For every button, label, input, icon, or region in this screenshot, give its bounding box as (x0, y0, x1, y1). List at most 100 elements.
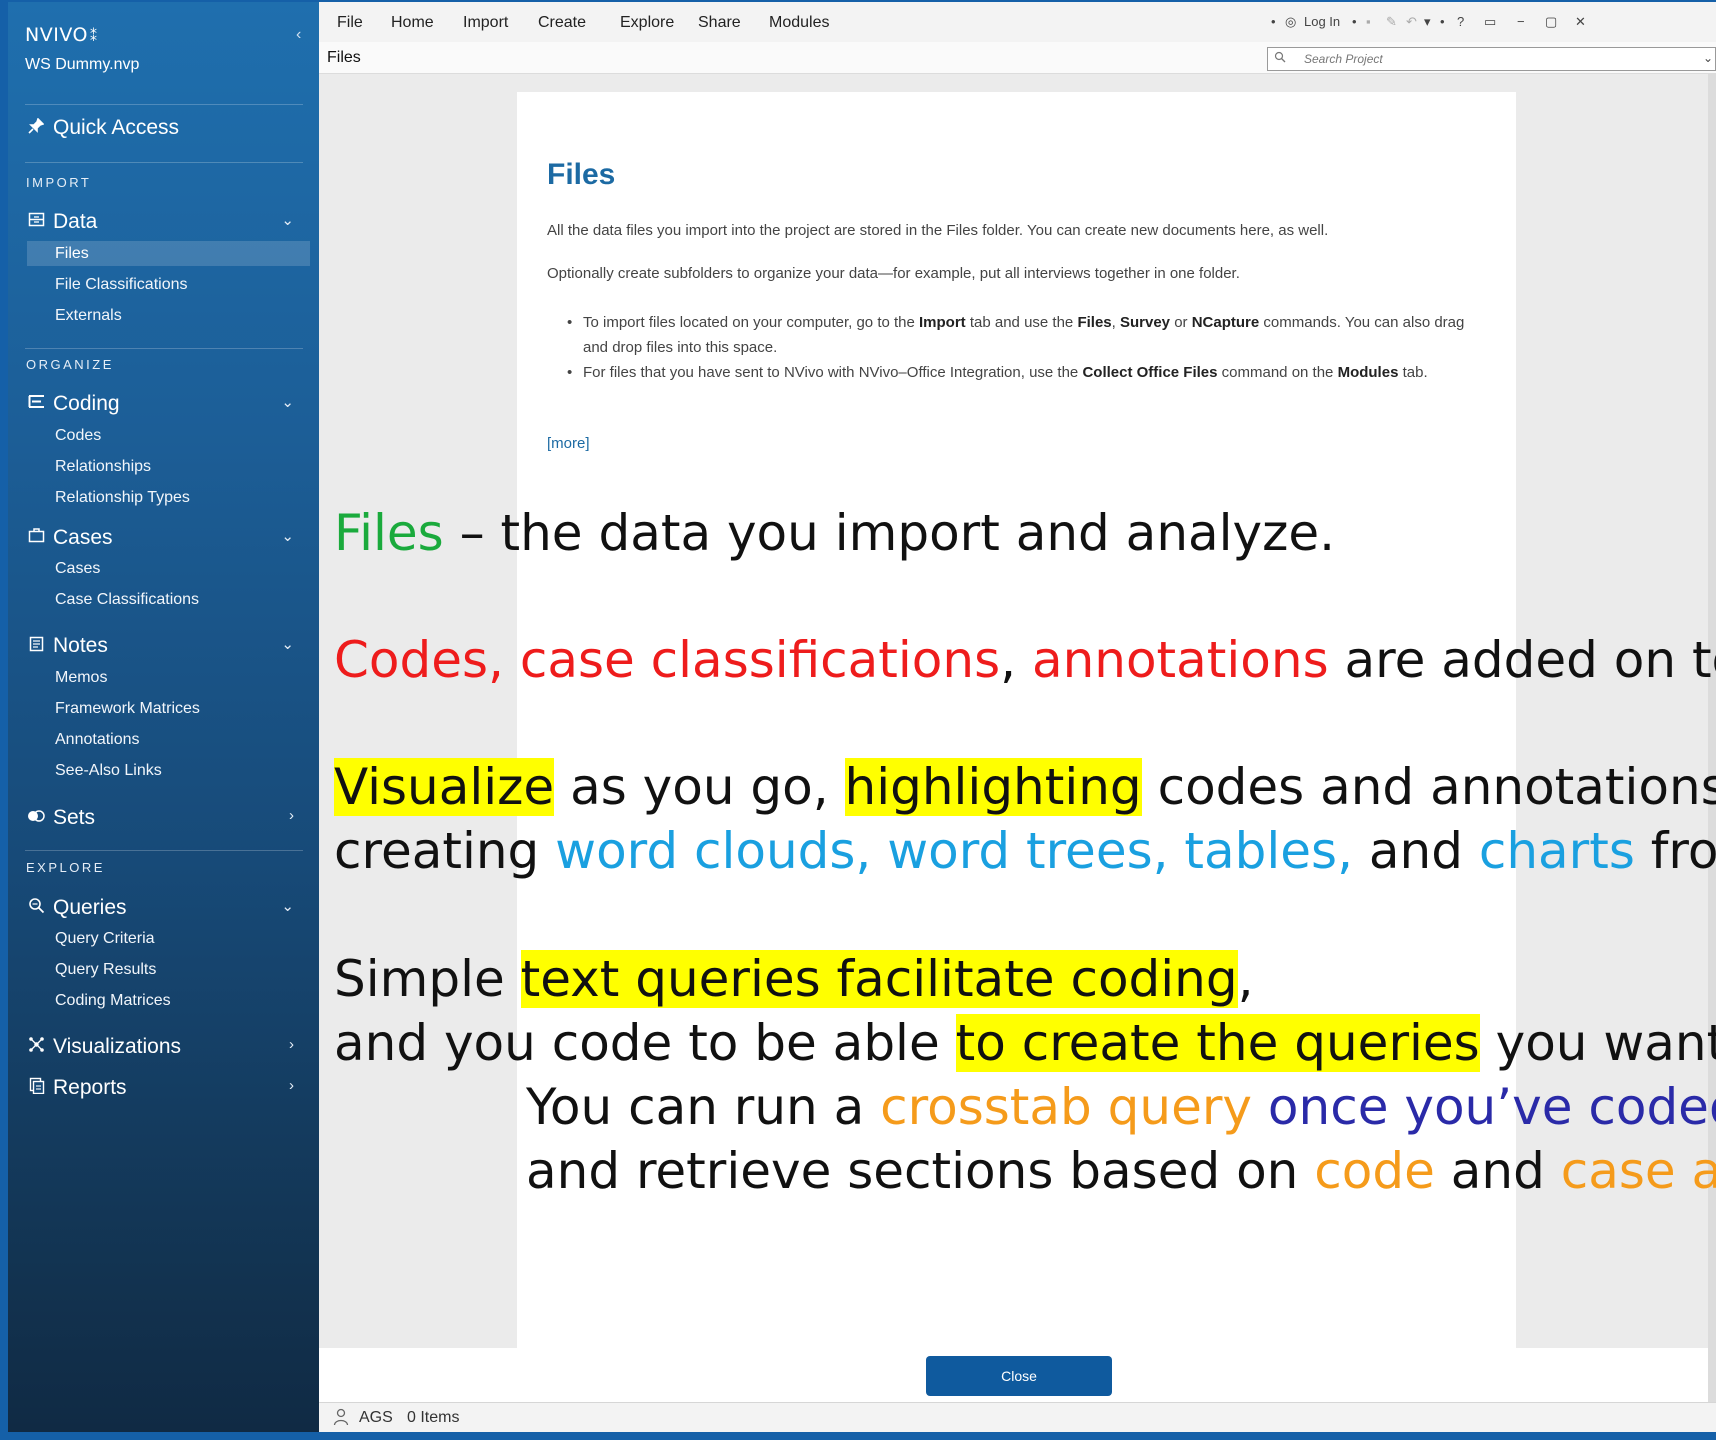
sidebar-item-case-classifications[interactable]: Case Classifications (27, 587, 310, 612)
overlay-line-visualize: Visualize as you go, highlighting codes … (334, 758, 1716, 816)
chevron-down-icon: ⌄ (281, 394, 294, 411)
navigation-sidebar: NVIVO ⁑ WS Dummy.nvp ‹ Quick Access IMPOR… (8, 2, 319, 1432)
menu-home[interactable]: Home (391, 14, 434, 32)
sidebar-item-externals[interactable]: Externals (27, 303, 310, 328)
status-user: AGS (359, 1409, 393, 1426)
sidebar-item-cases[interactable]: Cases (27, 556, 310, 581)
sidebar-group-cases[interactable]: Cases ⌄ (25, 524, 310, 552)
separator-dot: • (1271, 14, 1276, 29)
close-bar: Close (319, 1348, 1708, 1402)
search-placeholder: Search Project (1304, 52, 1383, 66)
chevron-down-icon[interactable]: ⌄ (1703, 51, 1713, 65)
section-label-organize: ORGANIZE (26, 357, 114, 372)
quick-access-label: Quick Access (53, 116, 180, 139)
card-paragraph: Optionally create subfolders to organize… (547, 265, 1240, 282)
vertical-scrollbar[interactable] (1708, 74, 1716, 1402)
close-window-icon[interactable]: ✕ (1575, 14, 1586, 30)
sidebar-item-relationships[interactable]: Relationships (27, 454, 310, 479)
undo-icon[interactable]: ↶ (1406, 14, 1417, 30)
data-icon (25, 211, 47, 233)
sidebar-item-file-classifications[interactable]: File Classifications (27, 272, 310, 297)
menu-explore[interactable]: Explore (620, 14, 674, 32)
menu-share[interactable]: Share (698, 14, 741, 32)
save-icon[interactable]: ▪ (1366, 14, 1371, 29)
overlay-line-code-to-query: and you code to be able to create the qu… (334, 1014, 1716, 1072)
notes-icon (25, 635, 47, 657)
sidebar-group-visualizations[interactable]: Visualizations › (25, 1033, 310, 1061)
sidebar-item-query-criteria[interactable]: Query Criteria (27, 926, 310, 951)
sidebar-group-label: Notes (53, 634, 108, 657)
edit-icon[interactable]: ✎ (1386, 14, 1397, 30)
sidebar-item-relationship-types[interactable]: Relationship Types (27, 485, 310, 510)
sidebar-item-see-also-links[interactable]: See-Also Links (27, 758, 310, 783)
bullet-item: For files that you have sent to NVivo wi… (561, 360, 1481, 385)
sidebar-group-label: Queries (53, 896, 127, 919)
help-button[interactable]: ? (1457, 14, 1464, 29)
sidebar-item-files[interactable]: Files (27, 241, 310, 266)
path-bar: Files Search Project ⌄ (319, 42, 1716, 74)
minimize-icon[interactable]: − (1517, 14, 1525, 29)
sidebar-group-reports[interactable]: Reports › (25, 1074, 310, 1102)
sidebar-item-memos[interactable]: Memos (27, 665, 310, 690)
menu-import[interactable]: Import (463, 14, 508, 32)
sidebar-group-label: Sets (53, 806, 96, 829)
overlay-line-codes: Codes, case classifications, annotations… (334, 631, 1716, 689)
divider (25, 104, 303, 105)
app-window: NVIVO ⁑ WS Dummy.nvp ‹ Quick Access IMPOR… (8, 2, 1716, 1432)
more-link[interactable]: [more] (547, 435, 590, 452)
sidebar-group-label: Coding (53, 392, 120, 415)
menu-file[interactable]: File (337, 14, 363, 32)
menu-modules[interactable]: Modules (769, 14, 829, 32)
overlay-line-creating: creating word clouds, word trees, tables… (334, 822, 1716, 880)
maximize-icon[interactable]: ▢ (1545, 14, 1557, 30)
sidebar-group-label: Data (53, 210, 98, 233)
sidebar-item-annotations[interactable]: Annotations (27, 727, 310, 752)
project-name: WS Dummy.nvp (25, 56, 140, 73)
divider (25, 348, 303, 349)
content-area: Files All the data files you import into… (319, 74, 1716, 1402)
sidebar-group-label: Cases (53, 526, 113, 549)
overlay-line-queries: Simple text queries facilitate coding, (334, 950, 1254, 1008)
sidebar-group-data[interactable]: Data ⌄ (25, 208, 310, 236)
sidebar-item-framework-matrices[interactable]: Framework Matrices (27, 696, 310, 721)
section-label-import: IMPORT (26, 175, 92, 190)
login-button[interactable]: Log In (1304, 14, 1340, 29)
sidebar-item-query-results[interactable]: Query Results (27, 957, 310, 982)
collapse-sidebar-button[interactable]: ‹ (296, 26, 301, 44)
reports-icon (25, 1077, 47, 1099)
visualizations-icon (25, 1036, 47, 1058)
screen-frame: NVIVO ⁑ WS Dummy.nvp ‹ Quick Access IMPOR… (0, 0, 1716, 1440)
sidebar-group-coding[interactable]: Coding ⌄ (25, 390, 310, 418)
queries-icon (25, 897, 47, 919)
sets-icon (25, 809, 47, 828)
chevron-right-icon: › (289, 1036, 294, 1053)
close-button[interactable]: Close (926, 1356, 1112, 1396)
coding-icon (25, 393, 47, 415)
overlay-line-files: Files – the data you import and analyze. (334, 504, 1336, 562)
section-label-explore: EXPLORE (26, 860, 105, 875)
search-icon (1274, 51, 1286, 66)
sidebar-group-queries[interactable]: Queries ⌄ (25, 894, 310, 922)
chevron-down-icon: ⌄ (281, 898, 294, 915)
separator-dot: • (1440, 14, 1445, 29)
customize-toolbar-icon[interactable]: ▾ (1424, 14, 1431, 30)
cases-icon (25, 527, 47, 549)
divider (25, 162, 303, 163)
status-bar: AGS 0 Items (319, 1402, 1716, 1432)
feedback-icon[interactable]: ▭ (1484, 14, 1496, 30)
search-input[interactable]: Search Project ⌄ (1267, 47, 1716, 71)
chevron-down-icon: ⌄ (281, 636, 294, 653)
user-icon (333, 1408, 349, 1431)
quick-access-item[interactable]: Quick Access (25, 114, 310, 142)
ribbon-menu: File Home Import Create Explore Share Mo… (319, 2, 1716, 44)
bullet-item: To import files located on your computer… (561, 310, 1481, 360)
sidebar-item-codes[interactable]: Codes (27, 423, 310, 448)
sidebar-group-label: Visualizations (53, 1035, 182, 1058)
chevron-down-icon: ⌄ (281, 212, 294, 229)
menu-create[interactable]: Create (538, 14, 586, 32)
user-circle-icon: ◎ (1285, 14, 1297, 29)
divider (25, 850, 303, 851)
sidebar-group-notes[interactable]: Notes ⌄ (25, 632, 310, 660)
sidebar-item-coding-matrices[interactable]: Coding Matrices (27, 988, 310, 1013)
sidebar-group-sets[interactable]: Sets › (25, 804, 310, 832)
